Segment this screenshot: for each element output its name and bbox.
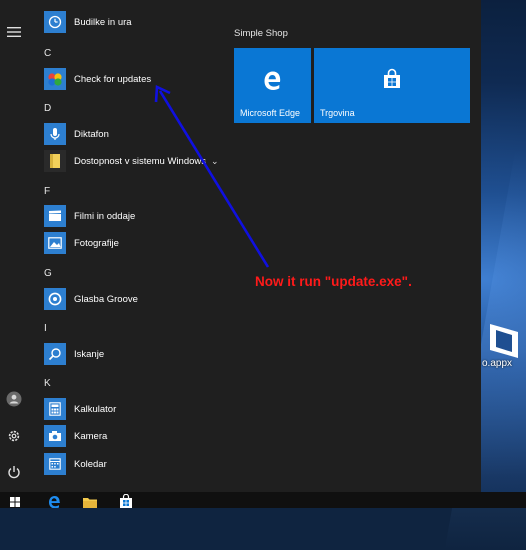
section-letter-i[interactable]: I [44,323,47,334]
start-rail [0,0,28,492]
groove-music-icon [44,288,66,310]
user-icon[interactable] [4,389,24,409]
app-glasba-groove[interactable]: Glasba Groove [44,287,138,311]
tile-trgovina[interactable]: Trgovina [314,48,470,123]
app-list[interactable]: Budilke in ura C Check for updates D Dik… [28,0,228,492]
tile-group-title[interactable]: Simple Shop [234,28,288,39]
annotation-text: Now it run "update.exe". [255,274,412,289]
start-menu: Budilke in ura C Check for updates D Dik… [0,0,481,492]
app-label: Dostopnost v sistemu Windows [74,155,206,167]
app-budilke-in-ura[interactable]: Budilke in ura [44,10,132,34]
alarm-clock-icon [44,11,66,33]
section-letter-c[interactable]: C [44,48,51,59]
app-check-for-updates[interactable]: Check for updates [44,67,151,91]
app-fotografije[interactable]: Fotografije [44,231,119,255]
tile-microsoft-edge[interactable]: Microsoft Edge [234,48,311,123]
tile-label: Trgovina [320,108,355,118]
appx-file-icon[interactable] [478,318,526,378]
desktop-icon-label: o.appx [482,358,513,369]
tile-label: Microsoft Edge [240,108,301,118]
app-koledar[interactable]: Koledar [44,452,107,476]
edge-icon [264,71,281,90]
app-kalkulator[interactable]: Kalkulator [44,397,116,421]
section-letter-g[interactable]: G [44,268,52,279]
power-icon[interactable] [4,462,24,482]
camera-icon [44,425,66,447]
app-filmi-in-oddaje[interactable]: Filmi in oddaje [44,204,135,228]
app-label: Glasba Groove [74,293,138,305]
microphone-icon [44,123,66,145]
folder-icon [44,150,66,172]
windows-logo-icon [44,68,66,90]
file-explorer-icon[interactable] [80,494,100,508]
store-icon[interactable] [116,494,136,508]
section-letter-k[interactable]: K [44,378,51,389]
app-iskanje[interactable]: Iskanje [44,342,104,366]
app-label: Fotografije [74,237,119,249]
section-letter-f[interactable]: F [44,186,50,197]
app-label: Check for updates [74,73,152,85]
app-label: Kamera [74,430,108,442]
taskbar [0,492,526,508]
edge-icon[interactable] [44,494,64,508]
calculator-icon [44,398,66,420]
film-icon [44,205,66,227]
app-label: Budilke in ura [74,16,132,28]
calendar-icon [44,453,66,475]
app-label: Kalkulator [74,403,117,415]
hamburger-menu-icon[interactable] [4,22,24,42]
photo-icon [44,232,66,254]
app-label: Filmi in oddaje [74,210,136,222]
app-label: Iskanje [74,348,105,360]
chevron-down-icon[interactable]: ⌄ [211,156,219,167]
start-icon[interactable] [5,494,25,508]
section-letter-d[interactable]: D [44,103,51,114]
search-icon [44,343,66,365]
store-icon [384,68,400,88]
app-label: Koledar [74,458,107,470]
app-diktafon[interactable]: Diktafon [44,122,109,146]
settings-gear-icon[interactable] [4,426,24,446]
app-label: Diktafon [74,128,109,140]
app-dostopnost-v-sistemu-windows[interactable]: Dostopnost v sistemu Windows ⌄ [44,149,219,173]
app-kamera[interactable]: Kamera [44,424,107,448]
